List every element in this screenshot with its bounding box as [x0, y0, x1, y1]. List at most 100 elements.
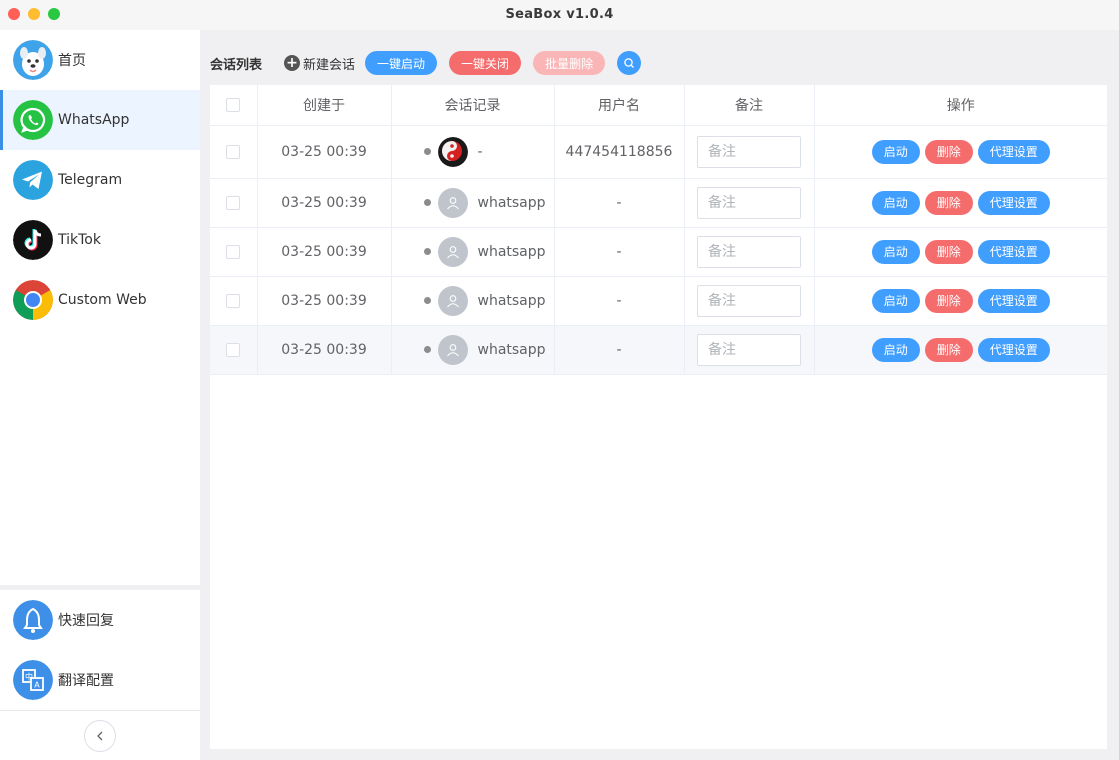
- sidebar-item-home[interactable]: 首页: [0, 30, 200, 90]
- default-user-avatar-icon: [437, 285, 468, 316]
- session-name: whatsapp: [477, 292, 546, 309]
- note-input[interactable]: [697, 186, 801, 219]
- table-row: 03-25 00:39 - 447454118856 备注 启动 删除 代理设置: [210, 125, 1107, 179]
- status-dot: [423, 199, 431, 206]
- proxy-settings-button[interactable]: 代理设置: [977, 139, 1050, 164]
- sidebar-item-label: 翻译配置: [58, 673, 114, 689]
- sidebar-item-label: WhatsApp: [58, 112, 130, 128]
- sidebar-item-label: Custom Web: [58, 292, 147, 308]
- proxy-settings-button[interactable]: 代理设置: [977, 190, 1050, 215]
- row-checkbox[interactable]: [226, 144, 241, 159]
- window-title: SeaBox v1.0.4: [505, 7, 614, 22]
- note-cell: [684, 227, 815, 277]
- status-dot: [423, 248, 431, 255]
- search-button[interactable]: [617, 51, 642, 75]
- sidebar-item-tiktok[interactable]: TikTok: [0, 210, 200, 270]
- row-checkbox[interactable]: [226, 342, 241, 357]
- username-cell: 447454118856: [554, 125, 685, 179]
- proxy-settings-button[interactable]: 代理设置: [977, 239, 1050, 264]
- table-row: 03-25 00:39 whatsapp - 备注 启动 删除 代理设置: [210, 276, 1107, 326]
- delete-button[interactable]: 删除: [924, 337, 973, 362]
- row-select-cell: [210, 178, 258, 228]
- bell-icon: [13, 600, 53, 640]
- start-button[interactable]: 启动: [871, 190, 920, 215]
- column-header-username: 用户名: [554, 85, 685, 126]
- batch-delete-button[interactable]: 批量删除: [533, 51, 606, 75]
- sidebar-item-custom-web[interactable]: Custom Web: [0, 270, 200, 330]
- search-icon: [623, 54, 635, 73]
- start-button[interactable]: 启动: [871, 337, 920, 362]
- new-session-button[interactable]: + 新建会话: [284, 54, 355, 73]
- row-select-cell: [210, 325, 258, 375]
- row-select-cell: [210, 125, 258, 179]
- sidebar-item-translate-config[interactable]: 中 A 翻译配置: [0, 650, 200, 710]
- session-name: whatsapp: [477, 194, 546, 211]
- plus-circle-icon: +: [284, 55, 301, 71]
- row-checkbox[interactable]: [226, 244, 241, 259]
- chevron-left-icon: [94, 727, 106, 746]
- row-select-cell: [210, 227, 258, 277]
- default-user-avatar-icon: [437, 236, 468, 267]
- sidebar-item-label: TikTok: [58, 232, 101, 248]
- sidebar-item-telegram[interactable]: Telegram: [0, 150, 200, 210]
- column-header-session: 会话记录: [391, 85, 555, 126]
- note-input[interactable]: [697, 135, 801, 168]
- sidebar-item-whatsapp[interactable]: WhatsApp: [0, 90, 200, 150]
- select-all-cell: [210, 85, 258, 126]
- username-cell: -: [554, 276, 685, 326]
- dog-logo-icon: [13, 40, 53, 80]
- table-row: 03-25 00:39 whatsapp - 备注 启动 删除 代理设置: [210, 178, 1107, 228]
- delete-button[interactable]: 删除: [924, 288, 973, 313]
- tiktok-icon: [13, 220, 53, 260]
- svg-text:A: A: [34, 681, 40, 690]
- sidebar-item-quick-reply[interactable]: 快速回复: [0, 590, 200, 650]
- telegram-icon: [13, 160, 53, 200]
- select-all-checkbox[interactable]: [226, 97, 241, 112]
- note-cell: [684, 325, 815, 375]
- sidebar: 首页 WhatsApp Telegram TikTok Custom Web 快…: [0, 30, 200, 760]
- default-user-avatar-icon: [437, 187, 468, 218]
- page-title: 会话列表: [210, 57, 263, 73]
- note-input[interactable]: [697, 235, 801, 268]
- note-input[interactable]: [697, 284, 801, 317]
- start-all-button[interactable]: 一键启动: [365, 51, 438, 75]
- status-dot: [423, 148, 431, 155]
- collapse-sidebar-button[interactable]: [84, 720, 116, 752]
- actions-cell: 启动 删除 代理设置: [814, 227, 1107, 277]
- session-name: whatsapp: [477, 243, 546, 260]
- sidebar-divider-bottom: [0, 710, 200, 711]
- delete-button[interactable]: 删除: [924, 139, 973, 164]
- row-select-cell: [210, 276, 258, 326]
- table-row: 03-25 00:39 whatsapp - 备注 启动 删除 代理设置: [210, 227, 1107, 277]
- note-cell: [684, 178, 815, 228]
- session-cell: whatsapp: [391, 325, 555, 375]
- delete-button[interactable]: 删除: [924, 190, 973, 215]
- default-user-avatar-icon: [437, 334, 468, 365]
- start-button[interactable]: 启动: [871, 288, 920, 313]
- username-cell: -: [554, 178, 685, 228]
- row-checkbox[interactable]: [226, 293, 241, 308]
- row-checkbox[interactable]: [226, 195, 241, 210]
- table-row: 03-25 00:39 whatsapp - 备注 启动 删除 代理设置: [210, 325, 1107, 375]
- created-cell: 03-25 00:39: [257, 325, 392, 375]
- sidebar-item-label: Telegram: [58, 172, 123, 188]
- note-input[interactable]: [697, 333, 801, 366]
- proxy-settings-button[interactable]: 代理设置: [977, 288, 1050, 313]
- sidebar-item-label: 首页: [58, 53, 86, 69]
- session-table: 创建于 会话记录 用户名 备注 操作 03-25 00:39 - 4474541…: [210, 85, 1107, 749]
- status-dot: [423, 346, 431, 353]
- proxy-settings-button[interactable]: 代理设置: [977, 337, 1050, 362]
- sidebar-item-label: 快速回复: [58, 613, 114, 629]
- status-dot: [423, 297, 431, 304]
- created-cell: 03-25 00:39: [257, 178, 392, 228]
- session-cell: whatsapp: [391, 227, 555, 277]
- delete-button[interactable]: 删除: [924, 239, 973, 264]
- translate-icon: 中 A: [13, 660, 53, 700]
- start-button[interactable]: 启动: [871, 239, 920, 264]
- title-bar: SeaBox v1.0.4: [0, 0, 1119, 30]
- note-cell: [684, 276, 815, 326]
- close-all-button[interactable]: 一键关闭: [449, 51, 522, 75]
- start-button[interactable]: 启动: [871, 139, 920, 164]
- actions-cell: 启动 删除 代理设置: [814, 125, 1107, 179]
- created-cell: 03-25 00:39: [257, 227, 392, 277]
